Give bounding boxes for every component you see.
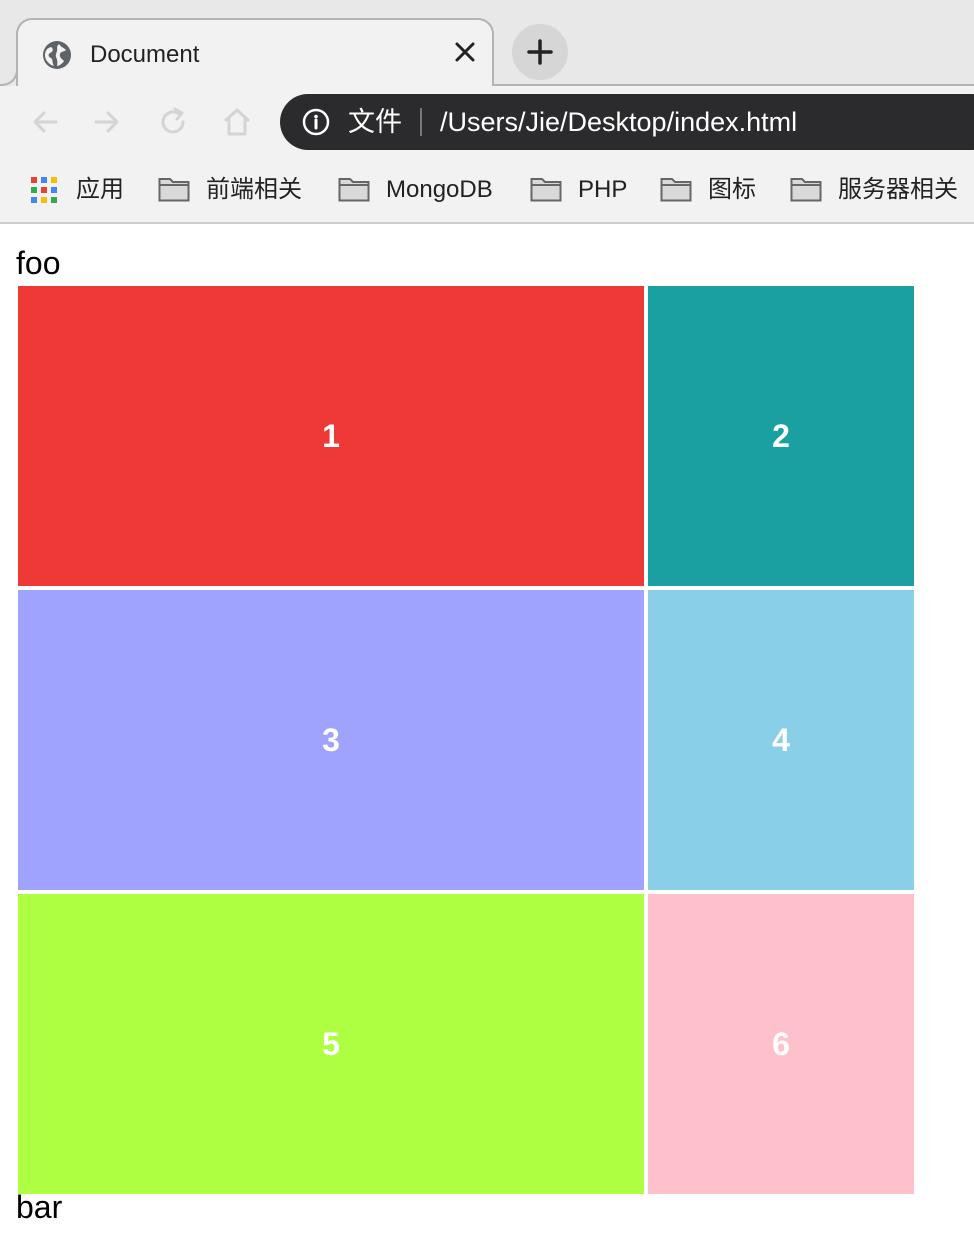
close-icon[interactable] (454, 41, 476, 63)
folder-icon (530, 178, 562, 202)
info-icon[interactable] (302, 108, 330, 136)
bookmark-label: 应用 (76, 176, 124, 203)
bookmark-folder[interactable]: PHP (530, 172, 630, 208)
tab-title: Document (90, 41, 200, 68)
grid-item: 5 (18, 894, 644, 1194)
bookmark-label: 前端相关 (206, 176, 302, 203)
tab-strip: Document (0, 0, 974, 86)
globe-icon (42, 40, 72, 70)
back-arrow-icon[interactable] (30, 107, 60, 137)
folder-icon (338, 178, 370, 202)
bookmark-folder[interactable]: MongoDB (338, 172, 503, 208)
url-text[interactable]: /Users/Jie/Desktop/index.html (440, 104, 797, 140)
grid-container: 1 2 3 4 5 6 (18, 286, 914, 1194)
folder-icon (158, 178, 190, 202)
bookmark-folder[interactable]: 图标 (660, 172, 760, 208)
bookmark-folder[interactable]: 前端相关 (158, 172, 308, 208)
folder-icon (790, 178, 822, 202)
grid-item: 2 (648, 286, 914, 586)
plus-icon (527, 39, 553, 65)
address-divider (420, 108, 422, 136)
bookmark-label: 服务器相关 (838, 176, 958, 203)
reload-icon[interactable] (158, 107, 188, 137)
bookmark-folder[interactable]: 服务器相关 (790, 172, 970, 208)
grid-item: 1 (18, 286, 644, 586)
top-text: foo (16, 245, 61, 281)
home-icon[interactable] (222, 107, 252, 137)
bookmark-label: MongoDB (386, 176, 493, 203)
bookmark-apps[interactable]: 应用 (30, 172, 130, 208)
new-tab-button[interactable] (512, 24, 568, 80)
address-bar[interactable]: 文件 /Users/Jie/Desktop/index.html (280, 94, 974, 150)
site-info-chip[interactable]: 文件 (348, 104, 402, 140)
browser-toolbar: 文件 /Users/Jie/Desktop/index.html (0, 86, 974, 158)
bottom-text: bar (16, 1189, 63, 1225)
bookmark-label: PHP (578, 176, 628, 203)
grid-item: 3 (18, 590, 644, 890)
grid-item: 4 (648, 590, 914, 890)
bookmarks-bar: 应用 前端相关 MongoDB PHP 图标 服务器相关 (0, 158, 974, 224)
apps-grid-icon (31, 177, 57, 203)
bookmark-label: 图标 (708, 176, 756, 203)
folder-icon (660, 178, 692, 202)
forward-arrow-icon[interactable] (92, 107, 122, 137)
tab-document[interactable]: Document (16, 18, 494, 86)
grid-item: 6 (648, 894, 914, 1194)
